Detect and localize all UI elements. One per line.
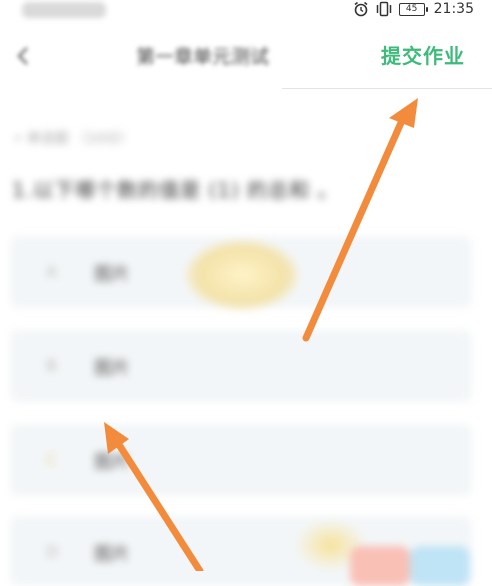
option-c[interactable]: C 图片 bbox=[10, 424, 472, 496]
option-label: 图片 bbox=[94, 544, 130, 565]
option-label: 图片 bbox=[94, 358, 130, 379]
option-image bbox=[186, 240, 298, 310]
header-divider bbox=[282, 88, 492, 89]
battery-level: 45 bbox=[398, 2, 425, 16]
status-icons: 45 21:35 bbox=[353, 0, 474, 18]
chevron-left-icon[interactable] bbox=[12, 44, 36, 68]
question-text: 1.以下哪个数的值是 (1) 的总和 。 bbox=[12, 178, 339, 202]
page-title: 第一章单元测试 bbox=[136, 46, 270, 68]
option-b[interactable]: B 图片 bbox=[10, 330, 472, 402]
option-key: A bbox=[46, 262, 57, 281]
question-meta: • 单选题 （10分） bbox=[14, 131, 133, 147]
status-time: 21:35 bbox=[433, 1, 474, 17]
option-key: B bbox=[46, 356, 57, 375]
app-header: 第一章单元测试 提交作业 bbox=[0, 28, 492, 84]
alarm-icon bbox=[353, 1, 369, 17]
battery-icon: 45 bbox=[398, 2, 428, 16]
status-left-blurred bbox=[22, 2, 106, 18]
option-key: D bbox=[46, 542, 59, 561]
option-key: C bbox=[46, 450, 58, 469]
option-d[interactable]: D 图片 bbox=[10, 516, 472, 586]
option-label: 图片 bbox=[94, 452, 130, 473]
submit-homework-button[interactable]: 提交作业 bbox=[381, 42, 465, 70]
vibrate-icon bbox=[375, 1, 393, 17]
option-image bbox=[410, 546, 470, 586]
option-label: 图片 bbox=[94, 264, 130, 285]
question-content: • 单选题 （10分） 1.以下哪个数的值是 (1) 的总和 。 A 图片 B … bbox=[0, 92, 492, 586]
option-image bbox=[350, 546, 410, 586]
status-bar: 45 21:35 bbox=[0, 0, 492, 22]
option-a[interactable]: A 图片 bbox=[10, 236, 472, 310]
